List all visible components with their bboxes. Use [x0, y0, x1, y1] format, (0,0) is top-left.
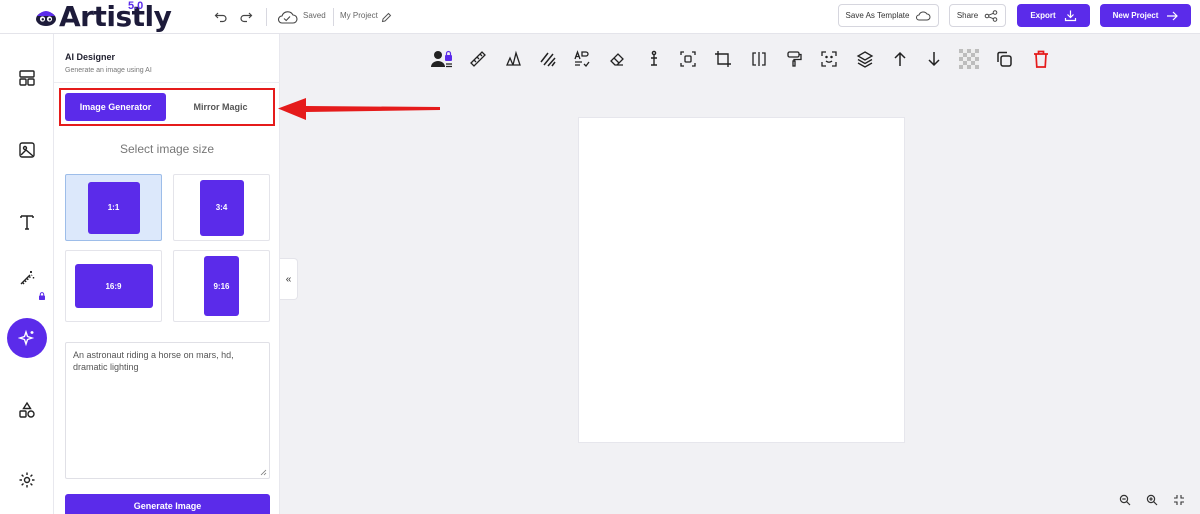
prompt-input[interactable]: An astronaut riding a horse on mars, hd,… — [65, 342, 270, 479]
paint-roller-icon[interactable] — [783, 48, 805, 70]
share-button[interactable]: Share — [949, 4, 1006, 27]
position-icon[interactable] — [643, 48, 665, 70]
mirror-icon[interactable] — [748, 48, 770, 70]
new-project-button[interactable]: New Project — [1100, 4, 1191, 27]
header-divider — [266, 8, 267, 26]
ai-sparkle-icon[interactable] — [7, 318, 47, 358]
size-option-9-16[interactable]: 9:16 — [173, 250, 270, 322]
size-option-16-9[interactable]: 16:9 — [65, 250, 162, 322]
fit-screen-icon[interactable] — [1172, 493, 1186, 507]
arrow-right-icon — [1167, 11, 1179, 20]
size-option-1-1[interactable]: 1:1 — [65, 174, 162, 241]
cloud-icon — [916, 11, 931, 21]
brand-name: Artistly — [59, 0, 172, 33]
arrow-up-icon[interactable] — [889, 48, 911, 70]
layout-icon[interactable] — [7, 58, 47, 98]
brand-logo[interactable]: Artistly — [34, 0, 172, 34]
annotation-arrow-icon — [278, 98, 440, 120]
image-icon[interactable] — [7, 130, 47, 170]
size-shape-label: 16:9 — [74, 264, 153, 308]
zoom-in-icon[interactable] — [1145, 493, 1159, 507]
cloud-check-icon — [275, 8, 299, 26]
panel-divider — [54, 82, 280, 83]
zoom-out-icon[interactable] — [1118, 493, 1132, 507]
shapes-icon[interactable] — [7, 390, 47, 430]
layers-icon[interactable] — [854, 48, 876, 70]
export-label: Export — [1030, 11, 1056, 20]
share-icon — [984, 9, 998, 22]
collapse-panel-button[interactable]: « — [280, 258, 298, 300]
bounds-icon[interactable] — [677, 48, 699, 70]
project-name[interactable]: My Project — [340, 11, 378, 20]
panel-title: AI Designer — [65, 52, 116, 62]
crop-icon[interactable] — [712, 48, 734, 70]
resize-grip-icon[interactable] — [259, 468, 267, 476]
design-canvas[interactable] — [578, 117, 905, 443]
save-as-template-label: Save As Template — [845, 11, 910, 20]
redo-icon[interactable] — [237, 8, 255, 26]
size-shape-label: 1:1 — [87, 181, 140, 234]
text-check-icon[interactable] — [571, 48, 593, 70]
download-icon — [1064, 10, 1076, 22]
transparency-icon[interactable] — [958, 48, 980, 70]
mascot-icon — [36, 11, 56, 26]
trash-icon[interactable] — [1030, 48, 1052, 70]
saved-status: Saved — [303, 11, 326, 20]
save-as-template-button[interactable]: Save As Template — [838, 4, 939, 27]
left-rail — [0, 34, 54, 514]
brand-version: 5.0 — [128, 0, 144, 12]
arrow-down-icon[interactable] — [923, 48, 945, 70]
size-shape-label: 9:16 — [204, 256, 239, 316]
user-lock-icon[interactable] — [431, 48, 453, 70]
select-size-label: Select image size — [119, 142, 215, 156]
stripes-icon[interactable] — [537, 48, 559, 70]
size-option-3-4[interactable]: 3:4 — [173, 174, 270, 241]
lock-icon — [39, 292, 45, 300]
share-label: Share — [956, 11, 979, 20]
edit-pencil-icon[interactable] — [380, 8, 392, 26]
size-shape-label: 3:4 — [199, 179, 244, 236]
panel-subtitle: Generate an image using AI — [65, 67, 152, 74]
eraser-icon[interactable] — [606, 48, 628, 70]
undo-icon[interactable] — [212, 8, 230, 26]
generate-image-button[interactable]: Generate Image — [65, 494, 270, 514]
ai-designer-panel: AI Designer Generate an image using AI I… — [54, 34, 280, 514]
new-project-label: New Project — [1112, 11, 1159, 20]
flip-icon[interactable] — [502, 48, 524, 70]
text-icon[interactable] — [7, 202, 47, 242]
tab-image-generator[interactable]: Image Generator — [65, 93, 166, 121]
header-divider — [333, 8, 334, 26]
export-button[interactable]: Export — [1017, 4, 1090, 27]
settings-icon[interactable] — [7, 460, 47, 500]
focus-icon[interactable] — [818, 48, 840, 70]
tab-mirror-magic[interactable]: Mirror Magic — [170, 93, 271, 121]
duplicate-icon[interactable] — [993, 48, 1015, 70]
ruler-icon[interactable] — [467, 48, 489, 70]
top-bar: Artistly 5.0 Saved My Project Save As Te… — [0, 0, 1200, 34]
